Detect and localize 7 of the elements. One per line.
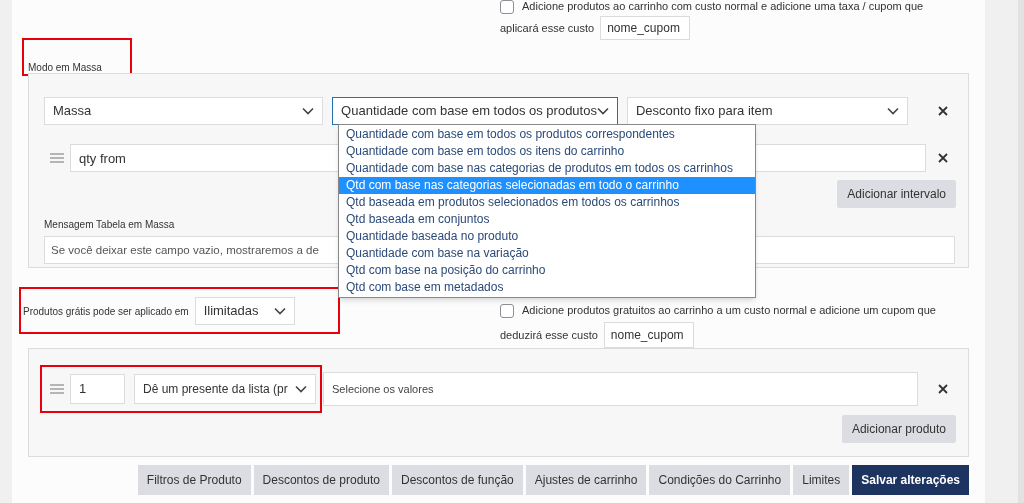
cost-label: deduzirá esse custo bbox=[500, 327, 598, 343]
option-label: Adicione produtos ao carrinho com custo normal e adicione uma taxa / cupom que bbox=[522, 0, 924, 15]
field-label: Produtos grátis pode ser aplicado em bbox=[23, 305, 189, 319]
cost-label: aplicará esse custo bbox=[500, 20, 595, 36]
section-title: Modo em Massa bbox=[28, 62, 102, 73]
field-label: Mensagem Tabela em Massa bbox=[44, 218, 175, 232]
option-label: Adicione produtos gratuitos ao carrinho a um custo normal e adicione um cupom que bbox=[522, 303, 936, 319]
